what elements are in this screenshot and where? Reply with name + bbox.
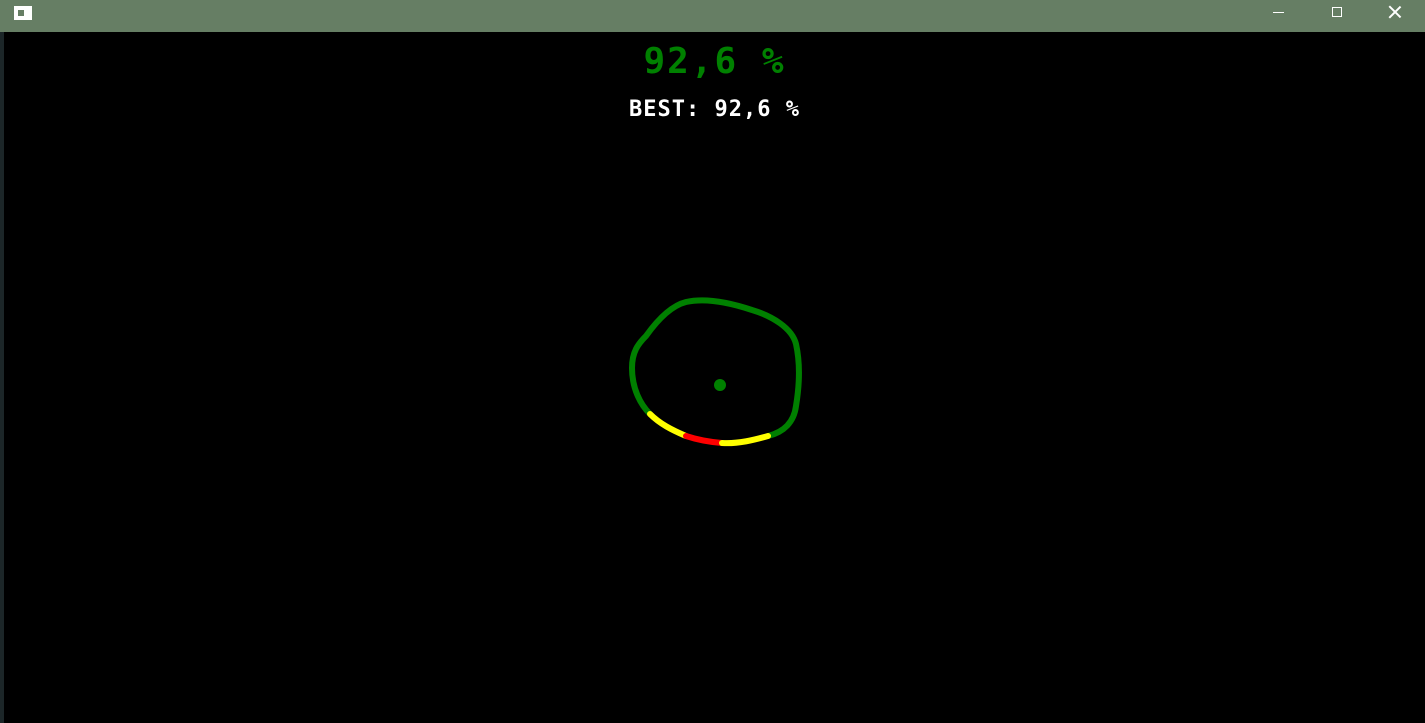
drawing-canvas[interactable]: 92,6 % BEST: 92,6 % — [4, 32, 1425, 723]
drawn-circle-ok-stroke-left — [647, 411, 689, 439]
title-bar[interactable] — [0, 0, 1425, 32]
maximize-icon — [1332, 7, 1342, 17]
drawn-circle-good-stroke — [629, 297, 802, 439]
game-window: 92,6 % BEST: 92,6 % — [0, 0, 1425, 723]
close-icon — [1388, 5, 1402, 19]
drawn-circle-ok-stroke-right — [719, 433, 771, 447]
drawn-circle-bad-stroke — [683, 433, 725, 446]
maximize-button[interactable] — [1308, 0, 1366, 32]
close-button[interactable] — [1366, 0, 1424, 32]
drawn-circle-layer — [629, 297, 802, 447]
minimize-button[interactable] — [1250, 0, 1308, 32]
circle-center-dot — [714, 379, 726, 391]
app-window-icon — [14, 6, 32, 20]
minimize-icon — [1273, 12, 1284, 13]
